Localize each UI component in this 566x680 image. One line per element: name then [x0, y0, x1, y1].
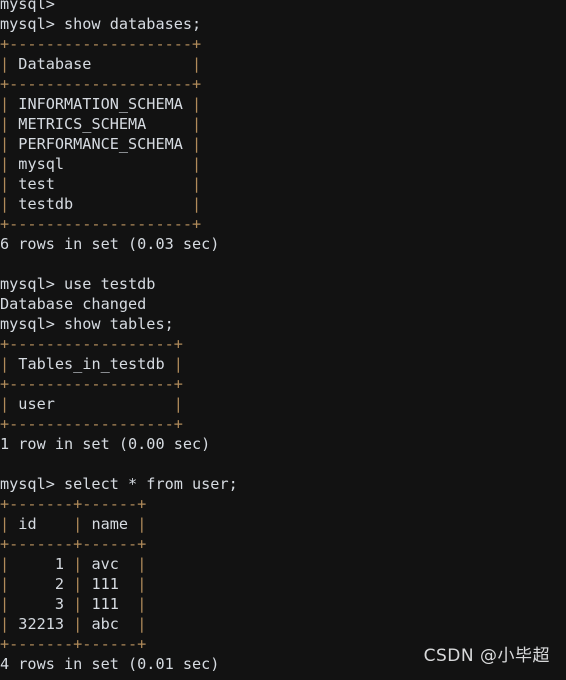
table-pipe: |	[0, 575, 10, 593]
table-pipe: |	[0, 135, 10, 153]
table-pipe: |	[192, 115, 202, 133]
terminal-line: +-------+------+	[0, 495, 147, 513]
terminal-line: | PERFORMANCE_SCHEMA |	[0, 134, 566, 154]
table-pipe: |	[0, 615, 10, 633]
terminal-line: +------------------+	[0, 415, 183, 433]
table-cell-text: 32213	[9, 615, 74, 633]
table-pipe: |	[73, 515, 83, 533]
table-cell-text: name	[82, 515, 138, 533]
table-pipe: |	[73, 555, 83, 573]
terminal-line: +------------------+	[0, 375, 183, 393]
table-pipe: |	[137, 515, 147, 533]
table-cell-text: Tables_in_testdb	[9, 355, 174, 373]
table-cell-text: PERFORMANCE_SCHEMA	[9, 135, 193, 153]
terminal-line: +--------------------+	[0, 215, 202, 233]
table-pipe: |	[0, 95, 10, 113]
table-cell-text: test	[9, 175, 193, 193]
terminal-line: +--------------------+	[0, 75, 202, 93]
table-pipe: |	[192, 55, 202, 73]
table-pipe: |	[173, 395, 183, 413]
terminal-output[interactable]: mysql> mysql> show databases; +-----------…	[0, 0, 566, 674]
terminal-line: mysql> select * from user;	[0, 475, 238, 493]
table-pipe: |	[73, 595, 83, 613]
terminal-line: Database changed	[0, 295, 147, 313]
table-pipe: |	[192, 135, 202, 153]
table-cell-text: 111	[82, 595, 138, 613]
table-pipe: |	[137, 615, 147, 633]
terminal-line: 1 row in set (0.00 sec)	[0, 435, 211, 453]
table-pipe: |	[0, 395, 10, 413]
table-pipe: |	[73, 615, 83, 633]
table-pipe: |	[73, 575, 83, 593]
terminal-line: | Tables_in_testdb |	[0, 354, 566, 374]
terminal-line: | test |	[0, 174, 566, 194]
table-cell-text: mysql	[9, 155, 193, 173]
table-pipe: |	[0, 115, 10, 133]
table-cell-text: testdb	[9, 195, 193, 213]
table-pipe: |	[0, 595, 10, 613]
table-cell-text: 1	[9, 555, 74, 573]
table-pipe: |	[0, 355, 10, 373]
terminal-line: +------------------+	[0, 335, 183, 353]
terminal-line: mysql> show databases;	[0, 15, 202, 33]
terminal-line: | 2 | 111 |	[0, 574, 566, 594]
terminal-line: | testdb |	[0, 194, 566, 214]
table-pipe: |	[0, 55, 10, 73]
terminal-line: | user |	[0, 394, 566, 414]
terminal-line: | mysql |	[0, 154, 566, 174]
table-pipe: |	[192, 155, 202, 173]
table-cell-text: Database	[9, 55, 193, 73]
terminal-line: | Database |	[0, 54, 566, 74]
table-cell-text: METRICS_SCHEMA	[9, 115, 193, 133]
terminal-line: mysql> show tables;	[0, 315, 174, 333]
table-cell-text: INFORMATION_SCHEMA	[9, 95, 193, 113]
table-cell-text: id	[9, 515, 74, 533]
table-pipe: |	[192, 95, 202, 113]
table-cell-text: 2	[9, 575, 74, 593]
table-pipe: |	[137, 595, 147, 613]
table-cell-text: abc	[82, 615, 138, 633]
table-cell-text: 3	[9, 595, 74, 613]
table-cell-text: avc	[82, 555, 138, 573]
terminal-line: | INFORMATION_SCHEMA |	[0, 94, 566, 114]
terminal-line: +--------------------+	[0, 35, 202, 53]
table-pipe: |	[192, 195, 202, 213]
terminal-line: | 32213 | abc |	[0, 614, 566, 634]
terminal-line: mysql> use testdb	[0, 275, 156, 293]
table-pipe: |	[137, 555, 147, 573]
terminal-line: 4 rows in set (0.01 sec)	[0, 655, 220, 673]
terminal-line: mysql>	[0, 0, 55, 13]
table-pipe: |	[0, 195, 10, 213]
table-pipe: |	[0, 155, 10, 173]
terminal-line: | 3 | 111 |	[0, 594, 566, 614]
terminal-line: | METRICS_SCHEMA |	[0, 114, 566, 134]
terminal-line: | id | name |	[0, 514, 566, 534]
table-cell-text: user	[9, 395, 174, 413]
terminal-line: +-------+------+	[0, 635, 147, 653]
table-pipe: |	[192, 175, 202, 193]
table-cell-text: 111	[82, 575, 138, 593]
table-pipe: |	[137, 575, 147, 593]
terminal-line: 6 rows in set (0.03 sec)	[0, 235, 220, 253]
terminal-line: | 1 | avc |	[0, 554, 566, 574]
table-pipe: |	[173, 355, 183, 373]
terminal-line: +-------+------+	[0, 535, 147, 553]
table-pipe: |	[0, 555, 10, 573]
table-pipe: |	[0, 175, 10, 193]
table-pipe: |	[0, 515, 10, 533]
